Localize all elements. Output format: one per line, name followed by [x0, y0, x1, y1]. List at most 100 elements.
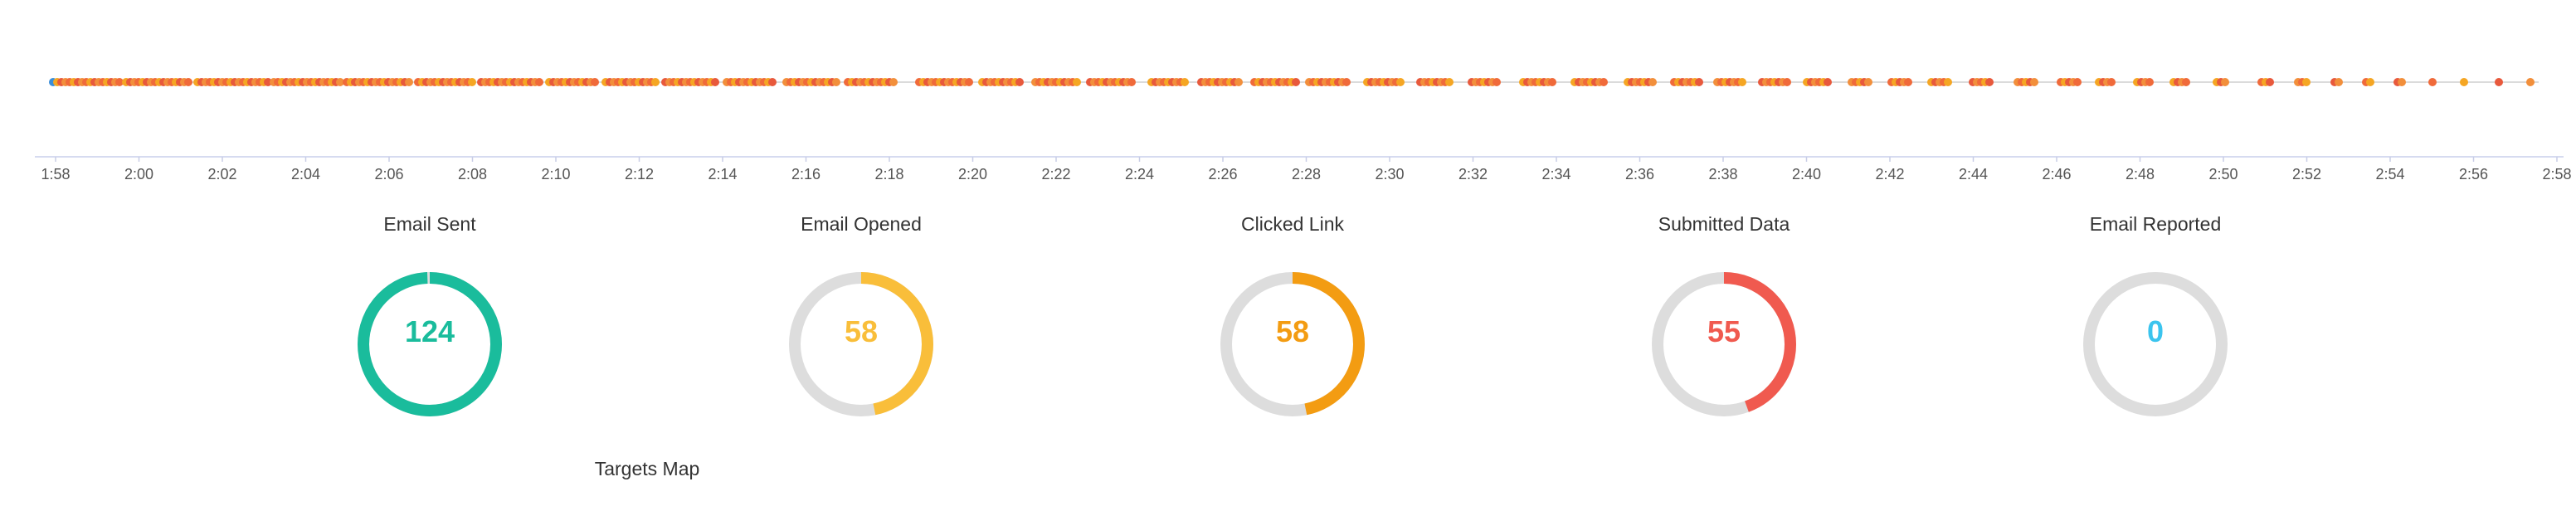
- timeline-event-marker[interactable]: [405, 78, 413, 86]
- timeline-event-marker[interactable]: [2266, 78, 2274, 86]
- axis-tick-label: 2:56: [2459, 166, 2488, 182]
- axis-tick-label: 2:16: [791, 166, 821, 182]
- stat-value: 124: [404, 314, 455, 348]
- axis-tick-label: 2:54: [2375, 166, 2404, 182]
- timeline-event-marker[interactable]: [1783, 78, 1791, 86]
- timeline-event-marker[interactable]: [2302, 78, 2311, 86]
- axis-tick-label: 2:06: [374, 166, 403, 182]
- timeline-event-marker[interactable]: [468, 78, 476, 86]
- axis-tick-label: 2:40: [1792, 166, 1821, 182]
- timeline-event-marker[interactable]: [2073, 78, 2082, 86]
- axis-tick-label: 2:14: [708, 166, 737, 182]
- timeline-chart: 1:58 2:00 2:02 2:04 2:06 2:08 2:10 2:12 2:14 2:16…: [35, 78, 2572, 182]
- axis-tick-label: 2:42: [1875, 166, 1904, 182]
- stat-value: 0: [2146, 314, 2165, 348]
- axis-tick-label: 2:00: [124, 166, 153, 182]
- timeline-event-marker[interactable]: [591, 78, 599, 86]
- axis-tick-label: 1:58: [41, 166, 70, 182]
- stat-title: Email Reported: [2089, 213, 2222, 235]
- stat-submitted-data[interactable]: Submitted Data 55: [1558, 212, 1890, 435]
- axis-tick-label: 2:38: [1708, 166, 1737, 182]
- timeline-event-marker[interactable]: [1292, 78, 1300, 86]
- timeline-event-marker[interactable]: [535, 78, 543, 86]
- targets-map-title: Targets Map: [594, 458, 700, 479]
- timeline-event-marker[interactable]: [1015, 78, 1024, 86]
- timeline-event-marker[interactable]: [1396, 78, 1405, 86]
- timeline-event-marker[interactable]: [2366, 78, 2374, 86]
- timeline-event-marker[interactable]: [2107, 78, 2116, 86]
- stat-value: 58: [1275, 314, 1310, 348]
- timeline-event-marker[interactable]: [1648, 78, 1657, 86]
- timeline-event-marker[interactable]: [1445, 78, 1454, 86]
- stat-title: Email Sent: [383, 213, 476, 235]
- stats-row: Email Sent 124 Email Opened 58 Clicked L…: [0, 212, 2576, 435]
- timeline-event-marker[interactable]: [1738, 78, 1746, 86]
- timeline-event-marker[interactable]: [768, 78, 777, 86]
- axis-tick-label: 2:08: [458, 166, 487, 182]
- stat-title: Email Opened: [801, 213, 922, 235]
- timeline-event-marker[interactable]: [651, 78, 660, 86]
- timeline-event-marker[interactable]: [1944, 78, 1952, 86]
- axis-tick-label: 2:26: [1208, 166, 1237, 182]
- timeline-event-marker[interactable]: [1695, 78, 1703, 86]
- timeline-event-marker[interactable]: [1985, 78, 1994, 86]
- stat-title: Submitted Data: [1658, 213, 1790, 235]
- axis-tick-label: 2:10: [541, 166, 570, 182]
- campaign-results-view: 1:58 2:00 2:02 2:04 2:06 2:08 2:10 2:12 2:14 2:16…: [0, 0, 2576, 506]
- donut-chart: 124: [355, 270, 504, 419]
- axis-tick-label: 2:48: [2126, 166, 2155, 182]
- timeline-event-marker[interactable]: [1548, 78, 1556, 86]
- stat-email-reported[interactable]: Email Reported 0: [1989, 212, 2321, 435]
- axis-tick-label: 2:50: [2208, 166, 2238, 182]
- timeline-event-marker[interactable]: [889, 78, 898, 86]
- timeline-event-marker[interactable]: [184, 78, 192, 86]
- timeline-event-marker[interactable]: [2030, 78, 2038, 86]
- axis-tick-label: 2:22: [1041, 166, 1070, 182]
- axis-tick-label: 2:30: [1375, 166, 1404, 182]
- timeline-event-marker[interactable]: [1493, 78, 1501, 86]
- timeline-event-marker[interactable]: [2460, 78, 2468, 86]
- axis-tick-label: 2:20: [958, 166, 987, 182]
- timeline-axis: 1:58 2:00 2:02 2:04 2:06 2:08 2:10 2:12 2:14 2:16…: [41, 157, 2572, 182]
- timeline-event-marker[interactable]: [2398, 78, 2406, 86]
- axis-tick-label: 2:18: [874, 166, 903, 182]
- timeline-event-marker[interactable]: [1904, 78, 1912, 86]
- donut-chart: 0: [2081, 270, 2230, 419]
- axis-tick-label: 2:28: [1292, 166, 1321, 182]
- timeline-event-marker[interactable]: [2221, 78, 2229, 86]
- timeline-event-marker[interactable]: [965, 78, 973, 86]
- axis-tick-label: 2:46: [2042, 166, 2071, 182]
- stat-value: 58: [844, 314, 879, 348]
- timeline-event-marker[interactable]: [1181, 78, 1189, 86]
- timeline-event-marker[interactable]: [2428, 78, 2437, 86]
- timeline-event-marker[interactable]: [1073, 78, 1081, 86]
- timeline-event-marker[interactable]: [2495, 78, 2503, 86]
- donut-chart: 58: [786, 270, 936, 419]
- axis-tick-label: 2:24: [1125, 166, 1154, 182]
- timeline-event-marker[interactable]: [2526, 78, 2535, 86]
- timeline-event-marker[interactable]: [2145, 78, 2154, 86]
- axis-tick-label: 2:34: [1541, 166, 1570, 182]
- timeline-event-marker[interactable]: [1127, 78, 1136, 86]
- donut-chart: 58: [1218, 270, 1367, 419]
- axis-tick-label: 2:04: [291, 166, 320, 182]
- stat-email-opened[interactable]: Email Opened 58: [695, 212, 1027, 435]
- timeline-event-marker[interactable]: [1824, 78, 1832, 86]
- axis-tick-label: 2:02: [207, 166, 236, 182]
- stat-title: Clicked Link: [1241, 213, 1344, 235]
- axis-tick-label: 2:58: [2542, 166, 2571, 182]
- donut-chart: 55: [1649, 270, 1799, 419]
- timeline-event-marker[interactable]: [1342, 78, 1351, 86]
- stat-clicked-link[interactable]: Clicked Link 58: [1127, 212, 1458, 435]
- timeline-event-marker[interactable]: [2182, 78, 2190, 86]
- timeline-event-marker[interactable]: [1864, 78, 1872, 86]
- stat-value: 55: [1707, 314, 1741, 348]
- timeline-event-marker[interactable]: [2335, 78, 2343, 86]
- stat-email-sent[interactable]: Email Sent 124: [264, 212, 596, 435]
- timeline-event-marker[interactable]: [1234, 78, 1243, 86]
- timeline-event-marker[interactable]: [711, 78, 719, 86]
- axis-tick-label: 2:52: [2292, 166, 2321, 182]
- timeline-event-marker[interactable]: [832, 78, 840, 86]
- axis-tick-label: 2:12: [625, 166, 654, 182]
- timeline-event-marker[interactable]: [1600, 78, 1608, 86]
